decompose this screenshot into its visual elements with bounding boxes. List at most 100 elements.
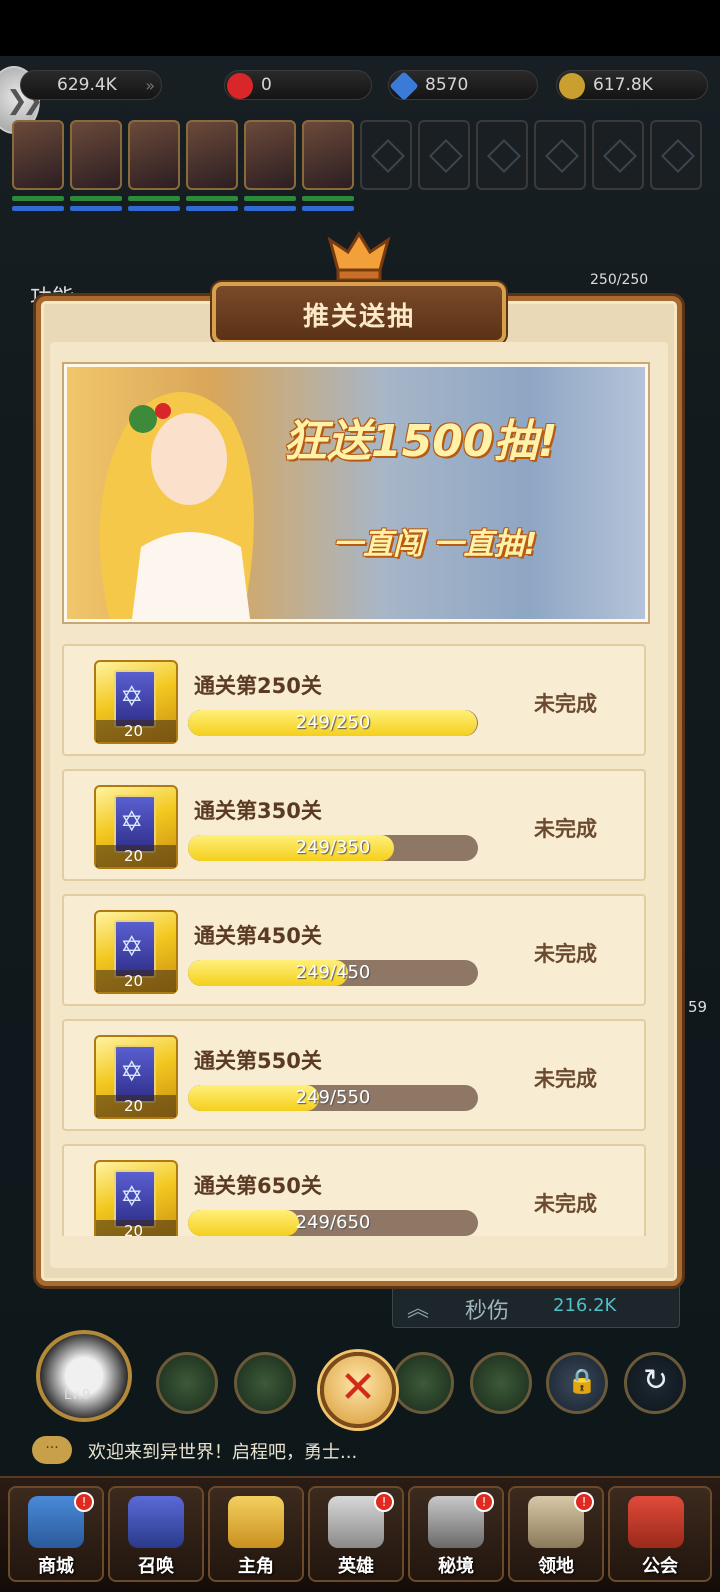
nav-summon[interactable]: 召唤 bbox=[108, 1486, 204, 1582]
nav-label: 商城 bbox=[38, 1556, 74, 1577]
nav-label: 领地 bbox=[538, 1556, 574, 1577]
hero-mp-bar bbox=[70, 206, 122, 211]
item-count: 20 bbox=[96, 1095, 176, 1117]
task-row: 20 通关第450关 249/450 未完成 bbox=[62, 894, 646, 1006]
power-value: 629.4K bbox=[57, 75, 117, 95]
task-progress-bar: 249/250 bbox=[188, 710, 478, 736]
player-avatar[interactable] bbox=[36, 1330, 132, 1422]
gold-display[interactable]: 617.8K bbox=[556, 70, 708, 100]
hero-hp-bar bbox=[302, 196, 354, 201]
boss-hp-text: 250/250 bbox=[590, 272, 649, 288]
task-progress-text: 249/550 bbox=[295, 1087, 371, 1108]
summon-ticket-item[interactable]: 20 bbox=[94, 660, 178, 744]
item-count: 20 bbox=[96, 1220, 176, 1236]
nav-protagonist[interactable]: 主角 bbox=[208, 1486, 304, 1582]
nav-heroes[interactable]: ! 英雄 bbox=[308, 1486, 404, 1582]
task-progress-text: 249/350 bbox=[295, 837, 371, 858]
stage-reward-dialog: 推关送抽 狂送1500抽! 一直闯 一直抽! 20 通关第250关 249/25… bbox=[36, 231, 682, 1292]
power-display: 629.4K » bbox=[20, 70, 162, 100]
summon-ticket-item[interactable]: 20 bbox=[94, 1035, 178, 1119]
hero-slot[interactable] bbox=[302, 120, 354, 190]
task-status: 未完成 bbox=[534, 692, 597, 716]
timer-fragment: 59 bbox=[688, 998, 708, 1016]
skill-slot[interactable] bbox=[392, 1352, 454, 1414]
dialog-title-plate: 推关送抽 bbox=[212, 282, 506, 344]
hero-mp-bar bbox=[244, 206, 296, 211]
dps-value: 216.2K bbox=[553, 1295, 617, 1316]
close-button[interactable]: ✕ bbox=[320, 1352, 396, 1428]
banner-headline: 狂送1500抽! bbox=[283, 416, 558, 467]
task-progress-text: 249/250 bbox=[295, 712, 371, 733]
nav-shop[interactable]: ! 商城 bbox=[8, 1486, 104, 1582]
task-list[interactable]: 20 通关第250关 249/250 未完成 20 通关第350关 249/35… bbox=[62, 644, 646, 1236]
hero-hp-bar bbox=[128, 196, 180, 201]
hero-hp-bar bbox=[186, 196, 238, 201]
hero-hp-bar bbox=[70, 196, 122, 201]
empty-hero-slot[interactable] bbox=[534, 120, 586, 190]
auto-battle-button[interactable]: ↻ bbox=[624, 1352, 686, 1414]
chevron-right-icon: » bbox=[145, 76, 155, 95]
ruby-value: 0 bbox=[261, 75, 272, 95]
task-title: 通关第450关 bbox=[194, 924, 322, 948]
task-title: 通关第550关 bbox=[194, 1049, 322, 1073]
empty-hero-slot[interactable] bbox=[592, 120, 644, 190]
summon-ticket-item[interactable]: 20 bbox=[94, 785, 178, 869]
goddess-illustration bbox=[99, 392, 254, 619]
skill-slot[interactable] bbox=[234, 1352, 296, 1414]
task-progress-text: 249/650 bbox=[295, 1212, 371, 1233]
chat-bubble-icon: ··· bbox=[32, 1436, 72, 1464]
nav-label: 秘境 bbox=[438, 1556, 474, 1577]
hero-mp-bar bbox=[128, 206, 180, 211]
skill-slot[interactable] bbox=[470, 1352, 532, 1414]
task-row: 20 通关第350关 249/350 未完成 bbox=[62, 769, 646, 881]
item-count: 20 bbox=[96, 720, 176, 742]
guild-flag-icon bbox=[628, 1496, 684, 1548]
task-row: 20 通关第650关 249/650 未完成 bbox=[62, 1144, 646, 1236]
task-status: 未完成 bbox=[534, 942, 597, 966]
hero-hp-bar bbox=[12, 196, 64, 201]
item-count: 20 bbox=[96, 970, 176, 992]
empty-hero-slot[interactable] bbox=[360, 120, 412, 190]
ruby-display[interactable]: 0 bbox=[224, 70, 372, 100]
hero-slot[interactable] bbox=[186, 120, 238, 190]
skill-slot[interactable] bbox=[156, 1352, 218, 1414]
summon-ticket-item[interactable]: 20 bbox=[94, 1160, 178, 1236]
locked-skill-slot[interactable]: 🔒 bbox=[546, 1352, 608, 1414]
hero-slot[interactable] bbox=[70, 120, 122, 190]
summon-cards-icon bbox=[128, 1496, 184, 1548]
collapse-up-icon[interactable]: ︽ bbox=[407, 1291, 429, 1323]
dps-label: 秒伤 bbox=[465, 1299, 510, 1324]
nav-territory[interactable]: ! 领地 bbox=[508, 1486, 604, 1582]
item-count: 20 bbox=[96, 845, 176, 867]
diamond-display[interactable]: 8570 bbox=[388, 70, 538, 101]
diamond-icon bbox=[389, 71, 419, 101]
chat-bar[interactable]: ··· 欢迎来到异世界！启程吧，勇士... bbox=[0, 1432, 720, 1472]
player-level: Lv.9 bbox=[64, 1388, 91, 1403]
lock-icon: 🔒 bbox=[567, 1367, 597, 1395]
nav-label: 公会 bbox=[642, 1556, 678, 1577]
bottom-nav: ! 商城 召唤 主角 ! 英雄 ! 秘境 ! 领地 公会 bbox=[0, 1476, 720, 1592]
task-progress-bar: 249/450 bbox=[188, 960, 478, 986]
task-progress-text: 249/450 bbox=[295, 962, 371, 983]
hero-slot[interactable] bbox=[12, 120, 64, 190]
promo-banner: 狂送1500抽! 一直闯 一直抽! bbox=[64, 364, 648, 622]
ruby-icon bbox=[227, 73, 253, 99]
hero-slot[interactable] bbox=[244, 120, 296, 190]
diamond-value: 8570 bbox=[425, 75, 469, 95]
refresh-icon: ↻ bbox=[643, 1363, 669, 1398]
gold-coin-icon bbox=[559, 73, 585, 99]
summon-ticket-item[interactable]: 20 bbox=[94, 910, 178, 994]
nav-secret-realm[interactable]: ! 秘境 bbox=[408, 1486, 504, 1582]
alert-badge: ! bbox=[574, 1492, 594, 1512]
empty-hero-slot[interactable] bbox=[650, 120, 702, 190]
nav-label: 英雄 bbox=[338, 1556, 374, 1577]
empty-hero-slot[interactable] bbox=[476, 120, 528, 190]
nav-guild[interactable]: 公会 bbox=[608, 1486, 712, 1582]
task-title: 通关第250关 bbox=[194, 674, 322, 698]
task-row: 20 通关第550关 249/550 未完成 bbox=[62, 1019, 646, 1131]
resource-bar: 629.4K » 0 8570 617.8K bbox=[0, 62, 720, 106]
hero-slot[interactable] bbox=[128, 120, 180, 190]
task-status: 未完成 bbox=[534, 1067, 597, 1091]
empty-hero-slot[interactable] bbox=[418, 120, 470, 190]
hero-hp-bar bbox=[244, 196, 296, 201]
